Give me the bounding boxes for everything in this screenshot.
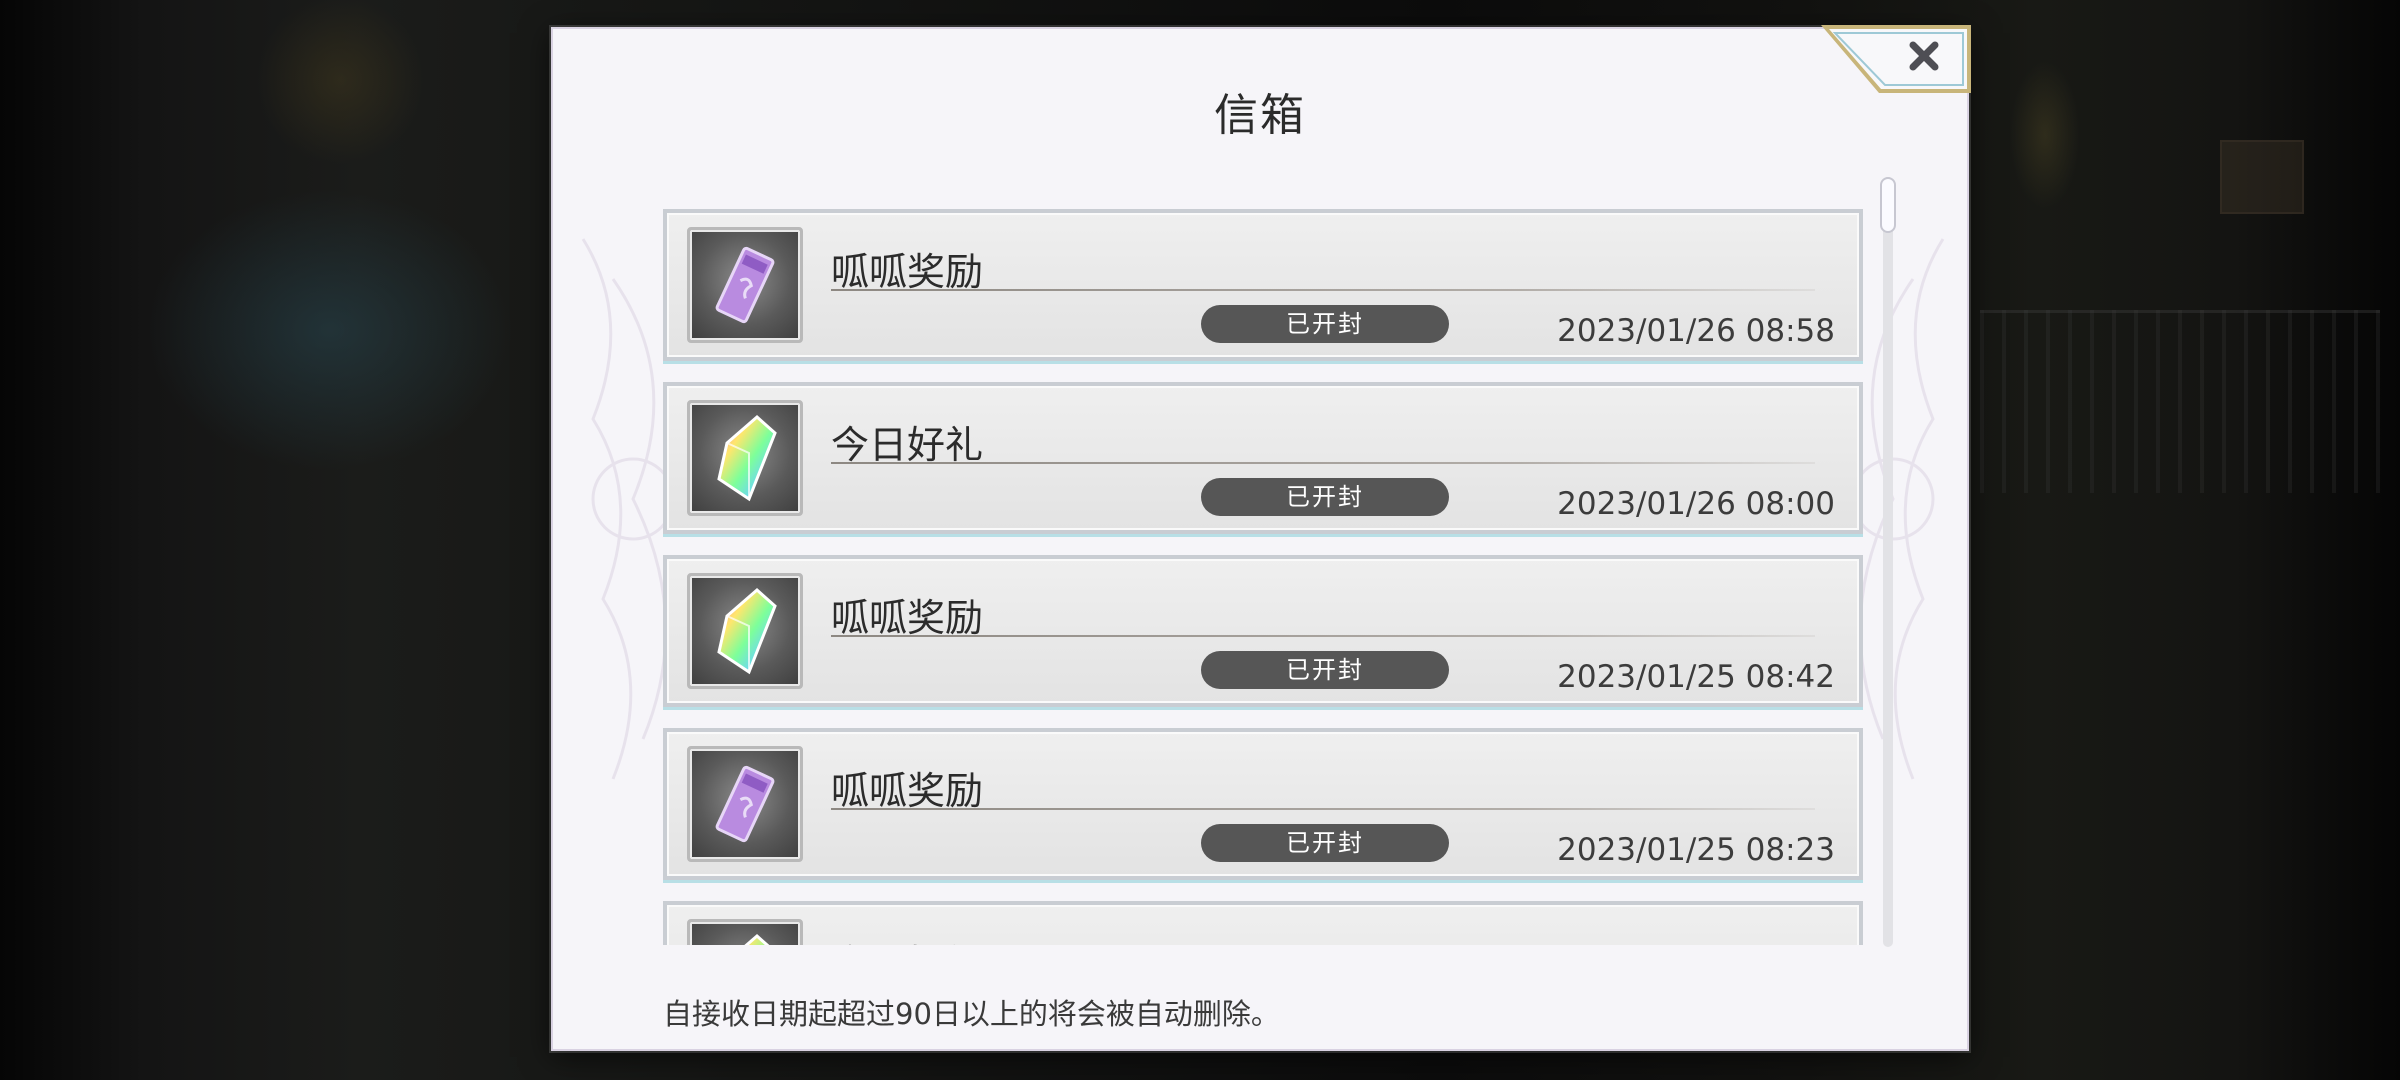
rainbow-crystal-icon [687, 919, 803, 945]
mail-title: 今日好礼 [831, 423, 984, 467]
mailbox-dialog: 信箱 呱呱奖励 已开封 2023/01/26 08:58 今日好礼 已开封 20… [551, 25, 1971, 1051]
mail-item[interactable]: 呱呱奖励 已开封 2023/01/26 08:58 [663, 209, 1863, 361]
mail-timestamp: 2023/01/26 08:00 [1557, 486, 1835, 522]
divider [831, 289, 1815, 291]
mail-timestamp: 2023/01/25 08:42 [1557, 659, 1835, 695]
mail-title: 呱呱奖励 [831, 769, 984, 813]
close-x-icon [1821, 25, 1971, 93]
dialog-title: 信箱 [1214, 90, 1306, 141]
close-button[interactable] [1821, 25, 1971, 93]
status-badge: 已开封 [1201, 478, 1449, 516]
mail-item[interactable]: 今日好礼 [663, 901, 1863, 945]
divider [831, 808, 1815, 810]
rainbow-crystal-icon [687, 400, 803, 516]
status-badge: 已开封 [1201, 651, 1449, 689]
ticket-icon [687, 746, 803, 862]
mail-item[interactable]: 呱呱奖励 已开封 2023/01/25 08:23 [663, 728, 1863, 880]
mail-title: 呱呱奖励 [831, 596, 984, 640]
status-badge: 已开封 [1201, 824, 1449, 862]
auto-delete-notice: 自接收日期起超过90日以上的将会被自动删除。 [663, 997, 1280, 1031]
ticket-icon [687, 227, 803, 343]
mail-item[interactable]: 今日好礼 已开封 2023/01/26 08:00 [663, 382, 1863, 534]
divider [831, 635, 1815, 637]
background-window [2220, 140, 2304, 214]
status-badge: 已开封 [1201, 305, 1449, 343]
divider [831, 462, 1815, 464]
scrollbar-track[interactable] [1880, 177, 1896, 947]
mail-list[interactable]: 呱呱奖励 已开封 2023/01/26 08:58 今日好礼 已开封 2023/… [663, 181, 1863, 945]
mail-item[interactable]: 呱呱奖励 已开封 2023/01/25 08:42 [663, 555, 1863, 707]
background-fence [1980, 310, 2380, 493]
scrollbar-thumb[interactable] [1880, 177, 1896, 233]
mail-title: 今日好礼 [831, 933, 983, 945]
background-lamp [2010, 60, 2080, 210]
mail-timestamp: 2023/01/26 08:58 [1557, 313, 1835, 349]
rainbow-crystal-icon [687, 573, 803, 689]
mail-timestamp: 2023/01/25 08:23 [1557, 832, 1835, 868]
mail-title: 呱呱奖励 [831, 250, 984, 294]
